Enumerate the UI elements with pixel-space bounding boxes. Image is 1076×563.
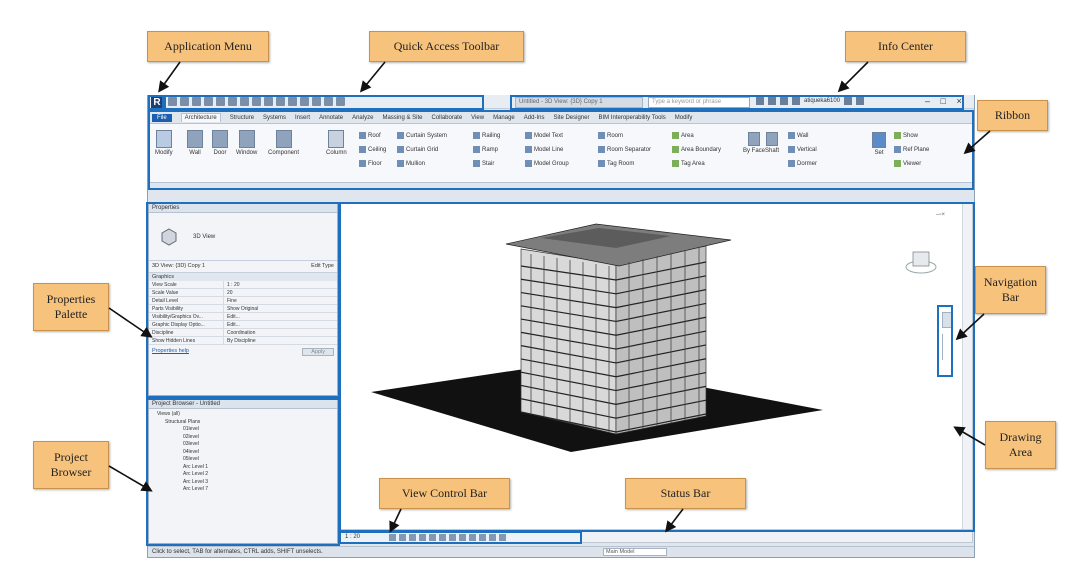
callout-arrows [108, 61, 991, 533]
